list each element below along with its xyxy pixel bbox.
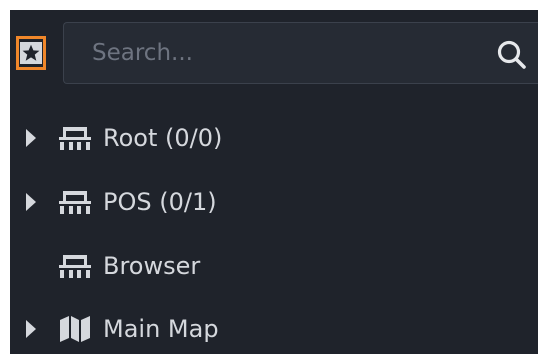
- tree-item-label: POS (0/1): [103, 188, 217, 216]
- expand-arrow-icon[interactable]: [26, 320, 36, 338]
- search-input[interactable]: [92, 37, 482, 69]
- tree-item-label: Browser: [103, 252, 201, 280]
- search-icon[interactable]: [496, 39, 528, 71]
- organization-icon: [59, 127, 91, 150]
- search-box: [63, 22, 538, 84]
- tree-item-pos[interactable]: POS (0/1): [10, 174, 538, 232]
- organization-icon: [59, 191, 91, 214]
- device-tree-panel: Root (0/0) POS (0/1) Browser: [10, 10, 538, 354]
- tree-item-main-map[interactable]: Main Map: [10, 301, 538, 354]
- tree-item-root[interactable]: Root (0/0): [10, 110, 538, 168]
- map-icon: [60, 316, 90, 342]
- expand-arrow-icon[interactable]: [26, 193, 36, 211]
- tree-item-label: Root (0/0): [103, 124, 223, 152]
- tree-item-browser[interactable]: Browser: [10, 238, 538, 296]
- expand-arrow-icon[interactable]: [26, 129, 36, 147]
- tree-item-label: Main Map: [103, 315, 219, 343]
- favorites-button[interactable]: [16, 36, 46, 70]
- star-icon: [20, 42, 42, 64]
- organization-icon: [59, 255, 91, 278]
